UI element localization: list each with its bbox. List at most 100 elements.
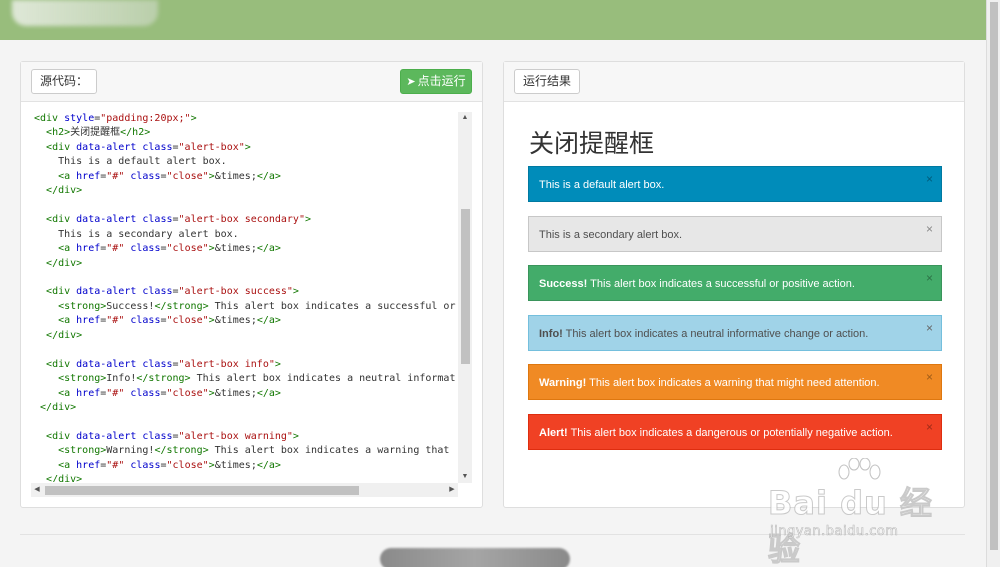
code-line: </div> (34, 257, 456, 271)
code-line: <div style="padding:20px;"> (34, 112, 456, 126)
close-icon[interactable]: × (926, 310, 933, 346)
code-line: <a href="#" class="close">&times;</a> (34, 170, 456, 184)
code-line: <div data-alert class="alert-box warning… (34, 430, 456, 444)
code-token: "#" (106, 170, 131, 182)
code-token: href (76, 243, 101, 255)
code-token: This alert box indicates a successful or… (214, 300, 456, 312)
code-token: Info! (106, 373, 137, 385)
code-token: <div (46, 286, 77, 298)
close-icon[interactable]: × (926, 359, 933, 395)
scroll-left-arrow-icon[interactable]: ◀ (31, 483, 43, 497)
code-token: <strong> (58, 373, 107, 385)
code-token: &times; (214, 243, 257, 255)
code-token: "close" (166, 315, 209, 327)
code-token: data-alert (76, 430, 143, 442)
code-token: data-alert (76, 214, 143, 226)
code-token: </strong> (154, 300, 209, 312)
code-token: class (142, 141, 173, 153)
code-line: <div data-alert class="alert-box seconda… (34, 213, 456, 227)
code-token: "padding:20px;" (100, 113, 191, 124)
code-line: This is a secondary alert box. (34, 228, 456, 242)
code-token: "close" (166, 243, 209, 255)
code-token: <a (58, 170, 77, 182)
code-token: > (244, 141, 251, 153)
code-line: <strong>Info!</strong> This alert box in… (34, 372, 456, 386)
code-token: "close" (166, 170, 209, 182)
alert-strong: Warning! (539, 377, 587, 389)
code-token: "close" (166, 387, 209, 399)
alert-text: This is a default alert box. (539, 179, 665, 191)
code-token: "#" (106, 243, 131, 255)
code-token: </div> (46, 185, 83, 197)
code-token: </div> (46, 257, 83, 269)
alert-box-secondary: This is a secondary alert box. × (528, 215, 942, 252)
code-token: href (76, 459, 101, 471)
alert-strong: Success! (539, 278, 588, 290)
code-token: </strong> (136, 373, 191, 385)
code-token: This alert box indicates a warning that … (214, 445, 456, 457)
code-token: href (76, 387, 101, 399)
scroll-down-arrow-icon[interactable]: ▼ (458, 471, 472, 483)
alert-box-success: Success! This alert box indicates a succ… (528, 265, 942, 301)
code-token: class (130, 243, 161, 255)
alert-text: This is a secondary alert box. (539, 228, 683, 241)
code-token: <div (46, 430, 77, 442)
code-line: This is a default alert box. (34, 155, 456, 169)
close-icon[interactable]: × (926, 211, 933, 247)
code-token: <div (34, 113, 65, 124)
code-token: href (76, 315, 101, 327)
code-token: </a> (256, 315, 281, 327)
page-scrollbar[interactable] (986, 0, 1000, 567)
result-preview: 关闭提醒框 This is a default alert box. × This… (528, 122, 942, 463)
code-token: data-alert (76, 358, 143, 370)
code-token: This is a secondary alert box. (34, 228, 239, 240)
code-token: This is a default alert box. (34, 156, 227, 168)
code-token: </a> (256, 459, 281, 471)
alert-strong: Alert! (539, 426, 568, 439)
editor-horizontal-scrollbar[interactable]: ◀ ▶ (31, 483, 458, 497)
top-bar (0, 0, 986, 40)
code-token: href (76, 170, 101, 182)
editor-horizontal-scroll-thumb[interactable] (45, 486, 359, 495)
alert-text: This alert box indicates a dangerous or … (567, 426, 893, 439)
page-scrollbar-thumb[interactable] (990, 2, 998, 550)
close-icon[interactable]: × (926, 161, 933, 197)
code-editor[interactable]: <div style="padding:20px;"> <h2>关闭提醒框</h… (31, 112, 472, 497)
code-token: class (130, 170, 161, 182)
scroll-right-arrow-icon[interactable]: ▶ (446, 483, 458, 497)
code-token: "alert-box success" (178, 286, 293, 298)
code-token: <strong> (58, 445, 107, 457)
source-panel-header: 源代码： ➤ 点击运行 (21, 62, 482, 102)
code-text[interactable]: <div style="padding:20px;"> <h2>关闭提醒框</h… (34, 112, 456, 482)
code-token: </a> (256, 243, 281, 255)
code-token: > (292, 430, 299, 442)
editor-vertical-scrollbar[interactable]: ▲ ▼ (458, 112, 472, 483)
close-icon[interactable]: × (926, 409, 933, 445)
run-button[interactable]: ➤ 点击运行 (400, 69, 472, 94)
source-code-label: 源代码： (31, 69, 98, 94)
close-icon[interactable]: × (926, 260, 933, 296)
editor-vertical-scroll-thumb[interactable] (461, 209, 470, 364)
alert-strong: Info! (539, 327, 563, 340)
result-panel: 运行结果 关闭提醒框 This is a default alert box. ×… (503, 61, 965, 508)
code-line: <div data-alert class="alert-box info"> (34, 358, 456, 372)
alert-box-warning: Warning! This alert box indicates a warn… (528, 364, 942, 400)
scroll-up-arrow-icon[interactable]: ▲ (458, 112, 472, 124)
code-token: <strong> (58, 300, 107, 312)
code-line: <a href="#" class="close">&times;</a> (34, 242, 456, 256)
code-token: </h2> (120, 127, 151, 139)
watermark-brand: Bai du 经验 (768, 484, 933, 567)
code-token: </strong> (154, 445, 209, 457)
